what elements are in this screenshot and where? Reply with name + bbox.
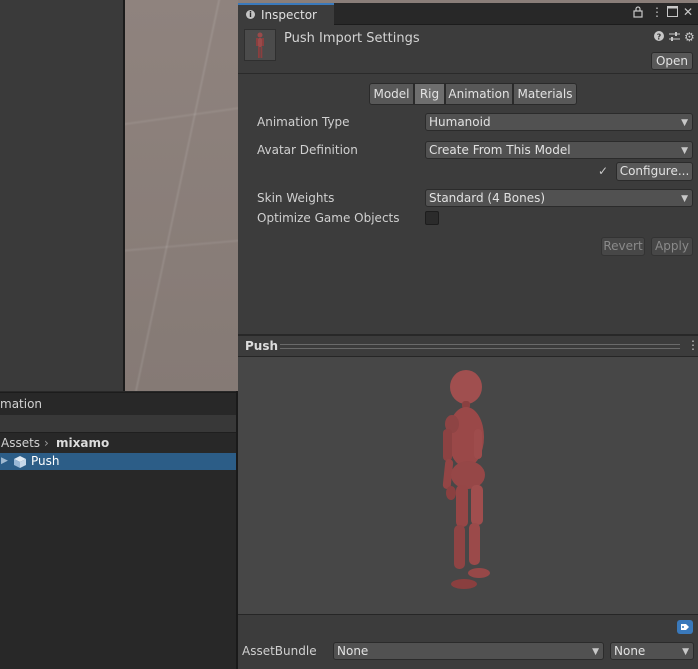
tab-rig[interactable]: Rig (414, 83, 445, 105)
chevron-down-icon: ▼ (681, 118, 688, 128)
lock-icon[interactable] (633, 6, 643, 20)
avatar-definition-value: Create From This Model (429, 143, 571, 157)
settings-icon[interactable]: ⚙ (684, 30, 695, 44)
asset-bundle-variant-dropdown[interactable]: None ▼ (610, 642, 694, 660)
scene-side-panel (0, 0, 124, 391)
asset-bundle-name-value: None (337, 644, 369, 658)
project-toolbar (0, 415, 238, 433)
tab-inspector[interactable]: i Inspector (238, 3, 334, 26)
expand-arrow-icon[interactable]: ▶ (1, 456, 8, 466)
avatar-definition-dropdown[interactable]: Create From This Model ▼ (425, 141, 693, 159)
tab-animation[interactable]: Animation (445, 83, 513, 105)
asset-label: Push (31, 454, 60, 468)
preview-drag-handle[interactable] (280, 344, 680, 349)
project-window-tab-label: mation (0, 397, 43, 411)
asset-bundle-name-dropdown[interactable]: None ▼ (333, 642, 604, 660)
revert-button[interactable]: Revert (601, 237, 645, 256)
maximize-icon[interactable] (667, 6, 678, 19)
optimize-game-objects-label: Optimize Game Objects (257, 211, 400, 225)
configure-button[interactable]: Configure... (616, 162, 693, 181)
preview-title: Push (245, 339, 279, 353)
info-icon: i (246, 10, 255, 19)
breadcrumb-assets[interactable]: Assets (1, 436, 40, 450)
model-preview[interactable] (238, 357, 698, 614)
svg-text:?: ? (657, 32, 662, 41)
asset-row-push[interactable]: ▶ Push (0, 453, 238, 470)
breadcrumb: Assets › mixamo (0, 434, 238, 452)
animation-type-value: Humanoid (429, 115, 491, 129)
breadcrumb-separator: › (44, 436, 49, 450)
model-thumbnail (244, 29, 276, 61)
more-vertical-icon[interactable]: ⋮ (687, 338, 698, 352)
presets-icon[interactable] (669, 31, 680, 45)
tag-icon[interactable] (677, 620, 693, 634)
asset-bundle-label: AssetBundle (242, 644, 317, 658)
skin-weights-value: Standard (4 Bones) (429, 191, 546, 205)
inspector-title: Push Import Settings (284, 31, 420, 46)
chevron-down-icon: ▼ (592, 647, 599, 657)
tab-model[interactable]: Model (369, 83, 414, 105)
open-button[interactable]: Open (651, 52, 693, 70)
character-model-figure (442, 370, 490, 589)
skin-weights-dropdown[interactable]: Standard (4 Bones) ▼ (425, 189, 693, 207)
chevron-down-icon: ▼ (681, 194, 688, 204)
help-icon[interactable]: ? (654, 31, 664, 44)
tab-materials[interactable]: Materials (513, 83, 577, 105)
optimize-game-objects-checkbox[interactable] (425, 211, 439, 225)
chevron-down-icon: ▼ (681, 146, 688, 156)
check-icon: ✓ (598, 164, 609, 178)
close-icon[interactable]: ✕ (683, 6, 693, 18)
scene-view[interactable] (125, 0, 238, 391)
chevron-down-icon: ▼ (682, 647, 689, 657)
breadcrumb-mixamo[interactable]: mixamo (56, 436, 109, 450)
animation-type-dropdown[interactable]: Humanoid ▼ (425, 113, 693, 131)
tab-inspector-label: Inspector (261, 8, 317, 22)
apply-button[interactable]: Apply (651, 237, 693, 256)
more-icon[interactable]: ⋮ (651, 6, 663, 18)
project-list (0, 470, 238, 669)
asset-bundle-variant-value: None (614, 644, 646, 658)
project-window-tab[interactable]: mation (0, 392, 238, 415)
animation-type-label: Animation Type (257, 115, 350, 129)
avatar-definition-label: Avatar Definition (257, 143, 358, 157)
skin-weights-label: Skin Weights (257, 191, 335, 205)
